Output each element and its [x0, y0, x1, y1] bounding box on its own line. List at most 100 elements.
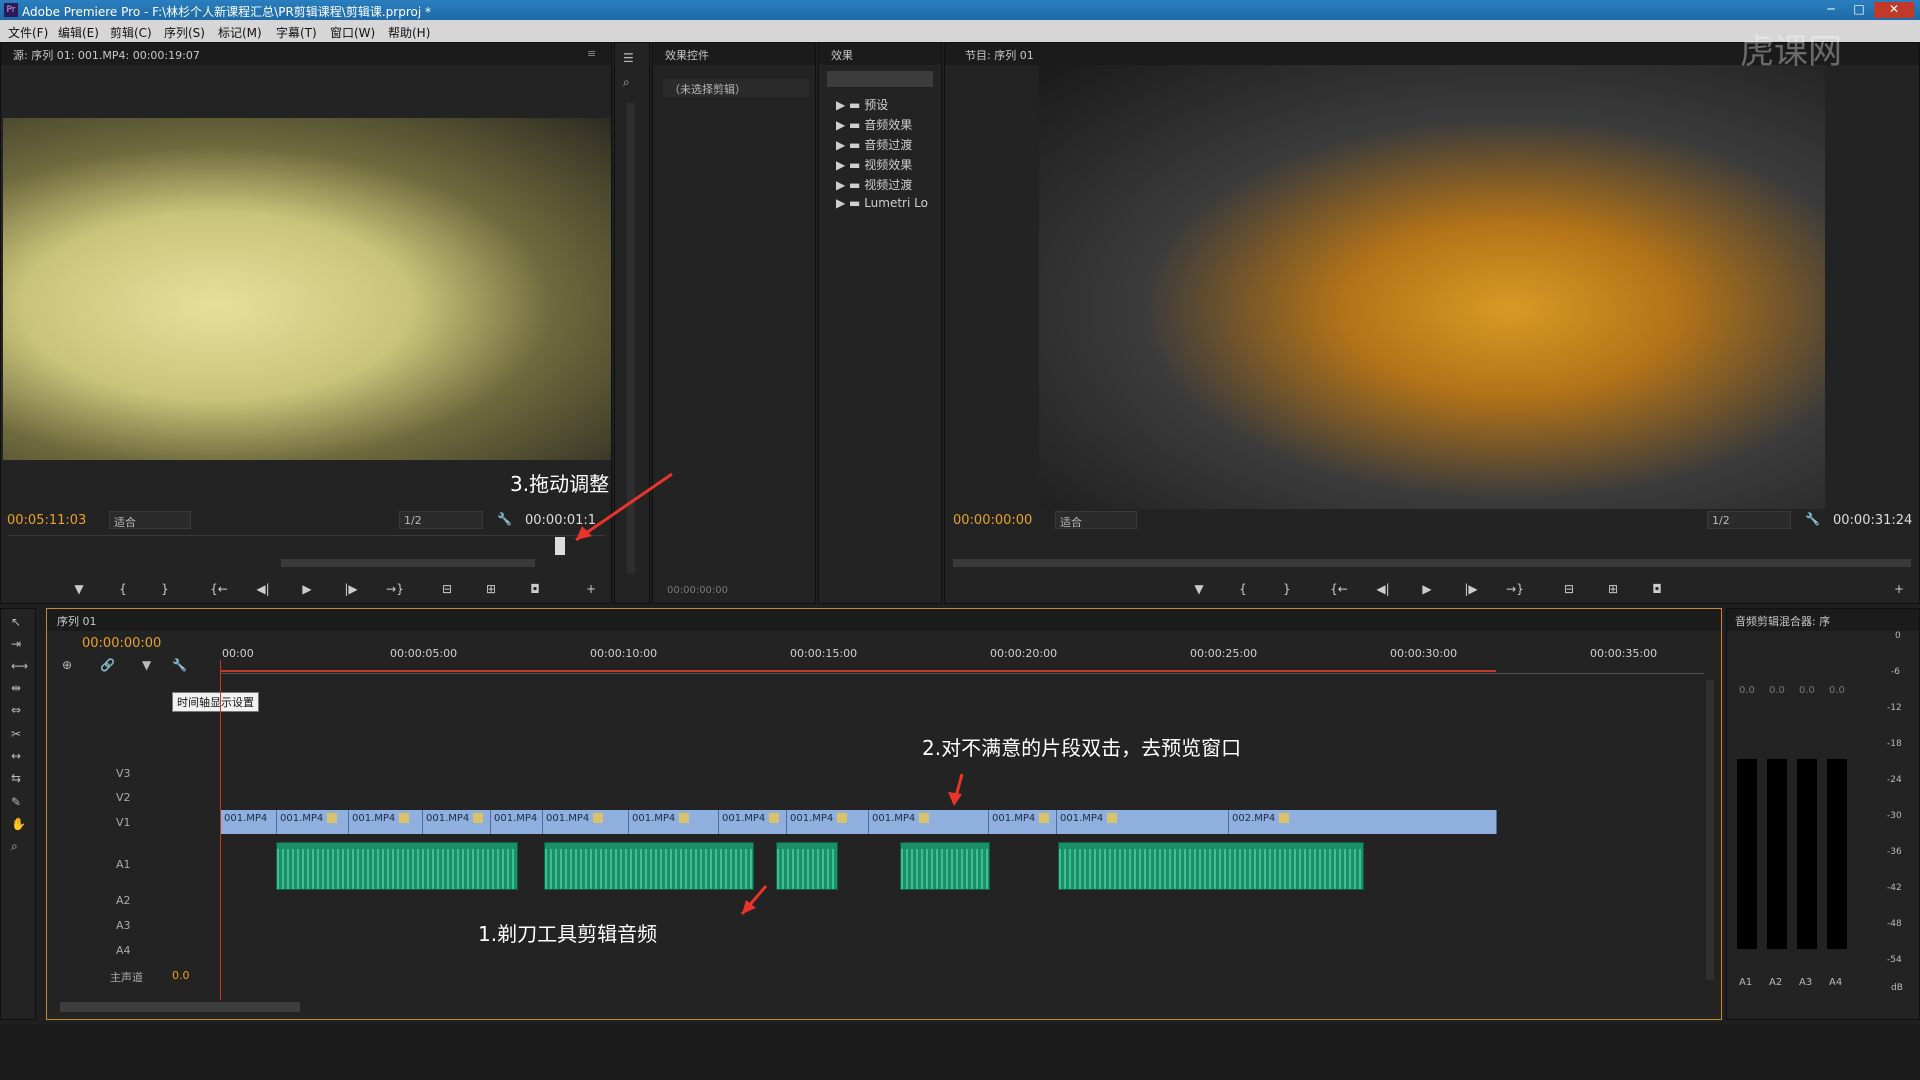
- go-to-in-icon[interactable]: {←: [1325, 579, 1353, 599]
- wrench-icon[interactable]: 🔧: [497, 512, 512, 526]
- timeline-settings-icon[interactable]: 🔧: [172, 658, 187, 672]
- video-clip[interactable]: 001.MP4: [989, 810, 1057, 834]
- track-a3[interactable]: A3: [116, 919, 286, 932]
- video-clip[interactable]: 001.MP4: [1057, 810, 1229, 834]
- minimize-button[interactable]: ─: [1818, 2, 1844, 18]
- add-marker-icon[interactable]: ▼: [142, 658, 151, 672]
- folder-lumetri[interactable]: ▶ ▬ Lumetri Lo: [836, 196, 928, 210]
- menu-file[interactable]: 文件(F): [8, 24, 48, 41]
- program-resolution-select[interactable]: 1/2: [1707, 511, 1791, 529]
- go-to-out-icon[interactable]: →}: [1501, 579, 1529, 599]
- go-to-out-icon[interactable]: →}: [381, 579, 409, 599]
- track-a4[interactable]: A4: [116, 944, 286, 957]
- video-clip[interactable]: 001.MP4: [629, 810, 719, 834]
- add-button-icon[interactable]: +: [577, 579, 605, 599]
- timeline-ruler[interactable]: 00:00 00:00:05:00 00:00:10:00 00:00:15:0…: [220, 644, 1704, 674]
- video-clip[interactable]: 001.MP4: [719, 810, 787, 834]
- razor-tool-icon[interactable]: ✂: [11, 727, 21, 741]
- vertical-scrollbar[interactable]: [627, 103, 635, 573]
- source-timecode[interactable]: 00:05:11:03: [7, 513, 86, 528]
- export-frame-icon[interactable]: ◘: [521, 579, 549, 599]
- list-view-icon[interactable]: ☰: [623, 51, 634, 65]
- audio-clip[interactable]: [276, 842, 518, 890]
- folder-audio-effects[interactable]: ▶ ▬ 音频效果: [836, 116, 912, 133]
- timeline-horizontal-scrollbar[interactable]: [60, 1002, 300, 1012]
- step-forward-icon[interactable]: |▶: [337, 579, 365, 599]
- pen-tool-icon[interactable]: ✎: [11, 795, 21, 809]
- effect-controls-tab[interactable]: 效果控件: [665, 47, 709, 63]
- timeline-vertical-scrollbar[interactable]: [1706, 680, 1714, 980]
- menu-clip[interactable]: 剪辑(C): [110, 24, 152, 41]
- add-marker-icon[interactable]: ▼: [65, 579, 93, 599]
- export-frame-icon[interactable]: ◘: [1643, 579, 1671, 599]
- program-zoom-scrollbar[interactable]: [953, 559, 1911, 567]
- menu-help[interactable]: 帮助(H): [388, 24, 430, 41]
- source-playhead[interactable]: [555, 537, 565, 555]
- mark-out-icon[interactable]: }: [1273, 579, 1301, 599]
- step-back-icon[interactable]: ◀|: [1369, 579, 1397, 599]
- source-fit-select[interactable]: 适合: [109, 511, 191, 529]
- step-back-icon[interactable]: ◀|: [249, 579, 277, 599]
- program-timecode[interactable]: 00:00:00:00: [953, 513, 1032, 528]
- video-clip[interactable]: 001.MP4: [423, 810, 491, 834]
- rolling-edit-tool-icon[interactable]: ⇹: [11, 681, 21, 695]
- video-clip[interactable]: 001.MP4: [543, 810, 629, 834]
- audio-clip[interactable]: [1058, 842, 1364, 890]
- zoom-tool-icon[interactable]: ⌕: [11, 839, 18, 854]
- effects-search-input[interactable]: [827, 71, 933, 87]
- zoom-icon[interactable]: ⌕: [623, 75, 630, 90]
- program-tab[interactable]: 节目: 序列 01: [965, 47, 1034, 63]
- folder-presets[interactable]: ▶ ▬ 预设: [836, 96, 888, 113]
- step-forward-icon[interactable]: |▶: [1457, 579, 1485, 599]
- menu-sequence[interactable]: 序列(S): [164, 24, 205, 41]
- mark-out-icon[interactable]: }: [151, 579, 179, 599]
- audio-clip[interactable]: [776, 842, 838, 890]
- panel-menu-icon[interactable]: ≡: [587, 47, 596, 60]
- video-clip[interactable]: 001.MP4: [221, 810, 277, 834]
- folder-video-transitions[interactable]: ▶ ▬ 视频过渡: [836, 176, 912, 193]
- timeline-timecode[interactable]: 00:00:00:00: [82, 636, 161, 651]
- folder-video-effects[interactable]: ▶ ▬ 视频效果: [836, 156, 912, 173]
- hand-tool-icon[interactable]: ✋: [11, 817, 26, 831]
- extract-icon[interactable]: ⊞: [1599, 579, 1627, 599]
- maximize-button[interactable]: □: [1846, 2, 1872, 18]
- source-tab[interactable]: 源: 序列 01: 001.MP4: 00:00:19:07: [13, 47, 200, 63]
- mark-in-icon[interactable]: {: [109, 579, 137, 599]
- snap-icon[interactable]: ⊕: [62, 658, 72, 672]
- track-a2[interactable]: A2: [116, 894, 286, 907]
- lift-icon[interactable]: ⊟: [1555, 579, 1583, 599]
- master-volume[interactable]: 0.0: [172, 969, 342, 982]
- insert-icon[interactable]: ⊟: [433, 579, 461, 599]
- work-area-bar[interactable]: [220, 670, 1496, 672]
- mixer-tab[interactable]: 音频剪辑混合器: 序: [1735, 613, 1830, 629]
- source-zoom-scrollbar[interactable]: [281, 559, 535, 567]
- rate-stretch-tool-icon[interactable]: ⇔: [11, 703, 21, 717]
- timeline-tab[interactable]: 序列 01: [57, 613, 97, 629]
- slip-tool-icon[interactable]: ↔: [11, 749, 21, 763]
- audio-clip[interactable]: [900, 842, 990, 890]
- wrench-icon[interactable]: 🔧: [1805, 512, 1820, 526]
- ripple-edit-tool-icon[interactable]: ⟷: [11, 659, 28, 673]
- track-v2[interactable]: V2: [116, 791, 286, 804]
- menu-marker[interactable]: 标记(M): [218, 24, 262, 41]
- video-clip[interactable]: 001.MP4: [869, 810, 989, 834]
- menu-edit[interactable]: 编辑(E): [58, 24, 99, 41]
- play-icon[interactable]: ▶: [293, 579, 321, 599]
- video-clip[interactable]: 002.MP4: [1229, 810, 1497, 834]
- video-clip[interactable]: 001.MP4: [277, 810, 349, 834]
- video-clip[interactable]: 001.MP4: [491, 810, 543, 834]
- add-marker-icon[interactable]: ▼: [1185, 579, 1213, 599]
- program-fit-select[interactable]: 适合: [1055, 511, 1137, 529]
- menu-title[interactable]: 字幕(T): [276, 24, 317, 41]
- audio-clip[interactable]: [544, 842, 754, 890]
- slide-tool-icon[interactable]: ⇆: [11, 771, 21, 785]
- close-button[interactable]: ✕: [1874, 2, 1914, 18]
- track-select-tool-icon[interactable]: ⇥: [11, 637, 21, 651]
- selection-tool-icon[interactable]: ↖: [11, 615, 21, 629]
- folder-audio-transitions[interactable]: ▶ ▬ 音频过渡: [836, 136, 912, 153]
- video-clip[interactable]: 001.MP4: [787, 810, 869, 834]
- play-icon[interactable]: ▶: [1413, 579, 1441, 599]
- track-v3[interactable]: V3: [116, 767, 286, 780]
- video-clip[interactable]: 001.MP4: [349, 810, 423, 834]
- mark-in-icon[interactable]: {: [1229, 579, 1257, 599]
